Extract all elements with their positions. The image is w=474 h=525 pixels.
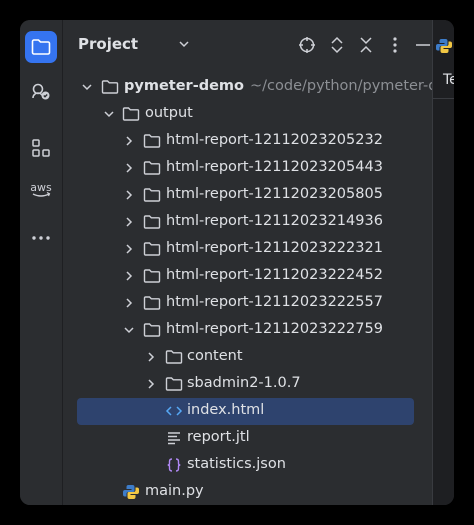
chevron-down-icon[interactable] (123, 324, 135, 336)
services-icon (32, 83, 50, 100)
expand-all-button[interactable] (327, 35, 347, 55)
folder-label: output (145, 105, 193, 121)
text-file-icon (168, 432, 180, 445)
tree-node-report-expanded[interactable]: html-report-12112023222759 (63, 317, 432, 344)
editor-tab-label[interactable]: Te (443, 72, 454, 88)
chevron-down-icon[interactable] (103, 108, 115, 120)
folder-label: html-report-12112023222452 (166, 267, 383, 283)
chevron-right-icon[interactable] (123, 189, 135, 201)
folder-label: html-report-12112023205443 (166, 159, 383, 175)
folder-label: html-report-12112023222321 (166, 240, 383, 256)
project-tool-button[interactable] (25, 31, 57, 63)
chevron-right-icon[interactable] (123, 297, 135, 309)
file-label: report.jtl (187, 429, 250, 445)
folder-icon (143, 134, 161, 148)
aws-icon: aws (30, 181, 52, 197)
folder-icon (101, 80, 119, 94)
panel-title[interactable]: Project (78, 35, 138, 53)
tree-node-output[interactable]: output (63, 101, 432, 128)
python-file-icon (123, 485, 139, 499)
tree-node-report[interactable]: html-report-12112023205443 (63, 155, 432, 182)
more-vertical-icon (393, 37, 397, 53)
collapse-all-button[interactable] (356, 35, 376, 55)
tool-stripe: aws (20, 20, 63, 505)
chevron-right-icon[interactable] (123, 270, 135, 282)
crosshair-icon (299, 37, 315, 53)
collapse-icon (360, 37, 372, 53)
structure-tool-button[interactable] (25, 132, 57, 164)
folder-label: html-report-12112023222557 (166, 294, 383, 310)
folder-icon (143, 296, 161, 310)
folder-label: html-report-12112023214936 (166, 213, 383, 229)
editor-peek: Te (432, 20, 454, 505)
chevron-down-icon[interactable] (81, 81, 93, 93)
tree-node-report[interactable]: html-report-12112023214936 (63, 209, 432, 236)
folder-icon (143, 269, 161, 283)
tree-node-root[interactable]: pymeter-demo ~/code/python/pymeter-demo (63, 74, 454, 101)
file-label: index.html (187, 402, 265, 418)
chevron-right-icon[interactable] (145, 378, 157, 390)
tree-node-content[interactable]: content (63, 344, 432, 371)
chevron-right-icon[interactable] (123, 162, 135, 174)
chevron-right-icon[interactable] (123, 216, 135, 228)
tree-node-report[interactable]: html-report-12112023222321 (63, 236, 432, 263)
folder-icon (143, 242, 161, 256)
svg-text:aws: aws (30, 181, 52, 194)
folder-icon (31, 39, 51, 55)
tree-node-statistics-json[interactable]: statistics.json (63, 452, 432, 479)
aws-tool-button[interactable]: aws (25, 174, 57, 206)
json-file-icon (167, 458, 181, 472)
chevron-right-icon[interactable] (123, 135, 135, 147)
minimize-icon (416, 44, 430, 46)
select-opened-file-button[interactable] (297, 35, 317, 55)
options-button[interactable] (385, 35, 405, 55)
panel-header: Project (63, 20, 432, 70)
chevron-right-icon[interactable] (123, 243, 135, 255)
root-name: pymeter-demo ~/code/python/pymeter-demo (124, 78, 454, 94)
folder-label: html-report-12112023205805 (166, 186, 383, 202)
divider (433, 98, 454, 99)
root-folder-name: pymeter-demo (124, 78, 244, 94)
tree-node-index-html[interactable]: index.html (63, 398, 432, 425)
folder-icon (143, 323, 161, 337)
python-console-icon[interactable] (435, 38, 453, 54)
tree-node-main-py[interactable]: main.py (63, 479, 432, 505)
hide-panel-button[interactable] (413, 35, 433, 55)
tree-node-report[interactable]: html-report-12112023205232 (63, 128, 432, 155)
folder-icon (122, 107, 140, 121)
folder-icon (143, 188, 161, 202)
folder-label: content (187, 348, 243, 364)
tree-node-report[interactable]: html-report-12112023205805 (63, 182, 432, 209)
folder-label: sbadmin2-1.0.7 (187, 375, 301, 391)
folder-icon (143, 215, 161, 229)
tree-node-report[interactable]: html-report-12112023222557 (63, 290, 432, 317)
project-tool-window: aws Project pymeter-demo ~/code/python/p… (20, 20, 454, 505)
folder-icon (165, 377, 183, 391)
tree-node-sbadmin[interactable]: sbadmin2-1.0.7 (63, 371, 432, 398)
chevron-down-icon[interactable] (179, 40, 189, 48)
structure-icon (32, 139, 50, 157)
folder-icon (165, 350, 183, 364)
expand-icon (331, 36, 343, 54)
folder-icon (143, 161, 161, 175)
file-label: main.py (145, 483, 204, 499)
tree-node-report-jtl[interactable]: report.jtl (63, 425, 432, 452)
more-tools-button[interactable] (25, 222, 57, 254)
chevron-right-icon[interactable] (145, 351, 157, 363)
file-label: statistics.json (187, 456, 286, 472)
html-file-icon (165, 406, 183, 416)
folder-label: html-report-12112023222759 (166, 321, 383, 337)
services-tool-button[interactable] (25, 76, 57, 108)
more-horizontal-icon (32, 236, 50, 240)
root-path: ~/code/python/pymeter-demo (250, 78, 454, 94)
folder-label: html-report-12112023205232 (166, 132, 383, 148)
tree-node-report[interactable]: html-report-12112023222452 (63, 263, 432, 290)
